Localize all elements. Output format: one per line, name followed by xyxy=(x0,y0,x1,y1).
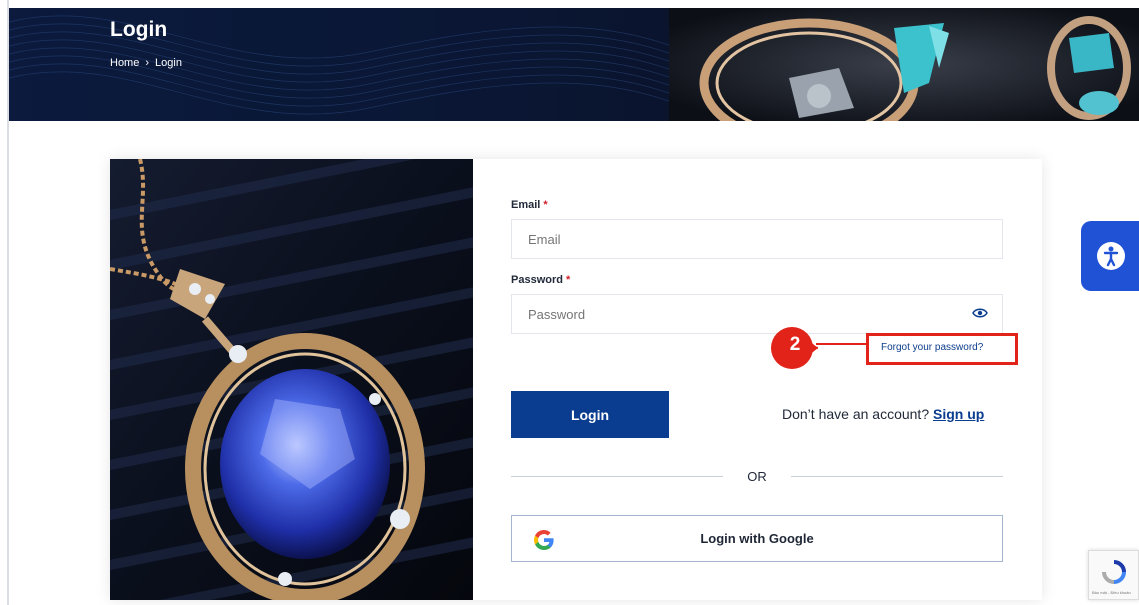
divider-or: OR xyxy=(747,469,767,484)
google-login-button[interactable]: Login with Google xyxy=(511,515,1003,562)
signup-prompt: Don’t have an account? xyxy=(782,406,930,422)
password-label: Password * xyxy=(511,274,570,286)
step-number: 2 xyxy=(789,334,801,355)
accessibility-icon xyxy=(1103,246,1119,267)
divider-right xyxy=(791,476,1003,477)
breadcrumb-home[interactable]: Home xyxy=(110,57,139,69)
breadcrumb: Home › Login xyxy=(110,57,182,69)
divider-left xyxy=(511,476,723,477)
sapphire-necklace-photo xyxy=(110,159,473,600)
google-icon xyxy=(534,530,554,550)
email-label-text: Email xyxy=(511,199,541,211)
accessibility-button[interactable] xyxy=(1081,221,1139,291)
login-button[interactable]: Login xyxy=(511,391,669,438)
recaptcha-icon xyxy=(1102,560,1126,584)
hero-banner: Login Home › Login xyxy=(9,8,1139,121)
recaptcha-badge[interactable]: Bảo mật - Điều khoản xyxy=(1088,550,1139,600)
signup-link[interactable]: Sign up xyxy=(933,406,984,422)
password-label-text: Password xyxy=(511,274,563,286)
password-input[interactable] xyxy=(511,294,1003,334)
google-login-label: Login with Google xyxy=(700,531,814,546)
page-title: Login xyxy=(110,18,168,41)
breadcrumb-separator: › xyxy=(145,57,150,69)
email-input[interactable] xyxy=(511,219,1003,259)
eye-icon[interactable] xyxy=(972,305,988,321)
signup-row: Don’t have an account? Sign up xyxy=(782,406,984,422)
required-mark: * xyxy=(543,199,548,211)
jewelry-banner-image xyxy=(669,8,1139,121)
email-label: Email * xyxy=(511,199,548,211)
forgot-password-link[interactable]: Forgot your password? xyxy=(881,342,983,353)
required-mark: * xyxy=(566,274,571,286)
annotation-arrow xyxy=(816,343,868,345)
breadcrumb-current: Login xyxy=(155,57,182,69)
recaptcha-footer: Bảo mật - Điều khoản xyxy=(1092,590,1131,595)
